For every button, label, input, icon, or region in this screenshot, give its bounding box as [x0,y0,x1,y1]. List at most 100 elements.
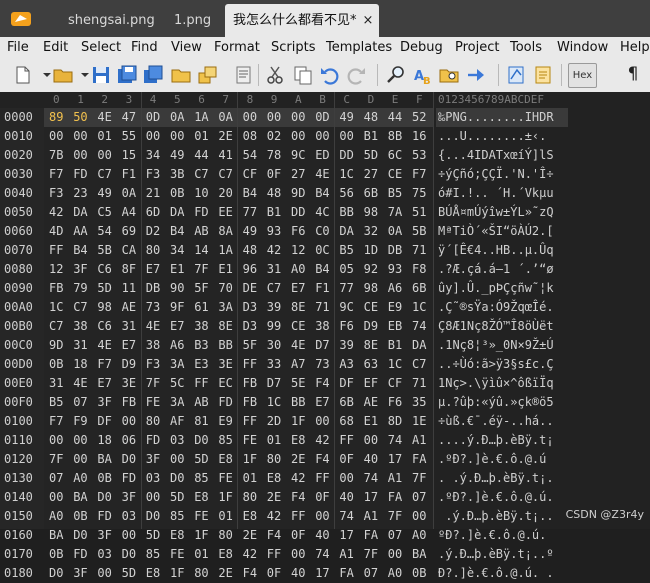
hex-byte[interactable]: 1F [243,450,257,469]
hex-byte[interactable]: E1 [170,260,184,279]
hex-byte[interactable]: DE [243,279,257,298]
hex-byte[interactable]: FD [194,203,208,222]
hex-byte[interactable]: 07 [412,488,426,507]
hex-byte[interactable]: BA [412,545,426,564]
hex-byte[interactable]: E9 [388,298,402,317]
menu-find[interactable]: Find [131,39,158,56]
find-replace-icon[interactable]: AB [412,64,434,86]
hex-byte[interactable]: 27 [291,165,305,184]
hex-byte[interactable]: 40 [339,488,353,507]
hex-byte[interactable]: FF [243,355,257,374]
hex-byte[interactable]: 47 [122,108,136,127]
hex-byte[interactable]: 6B [364,184,378,203]
hex-byte[interactable]: FF [291,507,305,526]
hex-byte[interactable]: A7 [291,355,305,374]
hex-byte[interactable]: 00 [73,450,87,469]
hex-byte[interactable]: E7 [315,393,329,412]
hex-byte[interactable]: 01 [267,431,281,450]
hex-byte[interactable]: 15 [122,146,136,165]
hex-byte[interactable]: 1F [170,564,184,583]
hex-byte[interactable]: E8 [194,488,208,507]
hex-byte[interactable]: 27 [364,165,378,184]
hex-byte[interactable]: 8E [291,298,305,317]
hex-byte[interactable]: 55 [122,127,136,146]
hex-byte[interactable]: 48 [267,184,281,203]
hex-byte[interactable]: 3F [73,564,87,583]
hex-byte[interactable]: A0 [388,564,402,583]
hex-byte[interactable]: 7F [49,450,63,469]
hex-byte[interactable]: B5 [339,241,353,260]
hex-byte[interactable]: FA [412,450,426,469]
hex-byte[interactable]: 07 [73,393,87,412]
hex-byte[interactable]: BA [73,488,87,507]
hex-byte[interactable]: F1 [122,165,136,184]
hex-byte[interactable]: 0D [146,108,160,127]
row-ascii[interactable]: .ý.Ð…þ.èBÿ.t¡.. [438,507,553,526]
hex-byte[interactable]: 89 [49,108,63,127]
hex-byte[interactable]: 01 [194,545,208,564]
hex-byte[interactable]: D7 [267,374,281,393]
hex-byte[interactable]: 4C [315,203,329,222]
menu-templates[interactable]: Templates [326,39,392,56]
hex-byte[interactable]: 54 [97,222,111,241]
row-ascii[interactable]: {...4IDATxœíÝ]lS [438,146,554,165]
hex-byte[interactable]: FF [267,545,281,564]
hex-byte[interactable]: 71 [315,298,329,317]
hex-byte[interactable]: 42 [49,203,63,222]
hex-byte[interactable]: AA [73,222,87,241]
hex-byte[interactable]: 35 [412,393,426,412]
hex-byte[interactable]: E1 [364,412,378,431]
hex-byte[interactable]: FE [170,545,184,564]
hex-byte[interactable]: B3 [194,336,208,355]
hex-byte[interactable]: 9C [339,298,353,317]
hex-byte[interactable]: 49 [243,222,257,241]
hex-byte[interactable]: F4 [291,488,305,507]
hex-byte[interactable]: DA [73,203,87,222]
row-ascii[interactable]: .ºÐ?.]è.€.ô.@.ú [438,450,546,469]
hex-byte[interactable]: 0B [73,507,87,526]
hex-byte[interactable]: 0B [97,469,111,488]
hex-byte[interactable]: 2E [218,564,232,583]
find-icon[interactable] [385,64,407,86]
hex-byte[interactable]: F9 [73,412,87,431]
hex-byte[interactable]: 00 [170,450,184,469]
hex-byte[interactable]: D0 [97,488,111,507]
hex-byte[interactable]: B5 [388,184,402,203]
save-as-icon[interactable] [116,64,138,86]
hex-byte[interactable]: 00 [291,108,305,127]
hex-byte[interactable]: E7 [291,279,305,298]
new-dropdown-icon[interactable] [36,64,51,86]
hex-byte[interactable]: 5D [170,488,184,507]
hex-byte[interactable]: C7 [97,165,111,184]
hex-byte[interactable]: 3F [122,488,136,507]
hex-byte[interactable]: 0D [315,108,329,127]
hex-byte[interactable]: 5F [243,336,257,355]
undo-icon[interactable] [319,64,341,86]
hex-byte[interactable]: 9D [291,184,305,203]
hex-byte[interactable]: E8 [146,564,160,583]
hex-byte[interactable]: F3 [146,355,160,374]
row-ascii[interactable]: ..÷Ùó:ã>ÿ3§s£c.Ç [438,355,554,374]
hex-byte[interactable]: 6B [339,393,353,412]
hex-byte[interactable]: F4 [243,564,257,583]
hex-byte[interactable]: 0A [218,108,232,127]
hex-byte[interactable]: FD [218,393,232,412]
hex-byte[interactable]: 81 [194,412,208,431]
hex-byte[interactable]: 0B [170,184,184,203]
hex-byte[interactable]: 40 [364,450,378,469]
hex-byte[interactable]: A0 [49,507,63,526]
hex-byte[interactable]: FF [194,374,208,393]
hex-byte[interactable]: D0 [49,564,63,583]
hex-byte[interactable]: 33 [267,355,281,374]
hex-byte[interactable]: D0 [194,431,208,450]
hex-byte[interactable]: 85 [170,507,184,526]
row-ascii[interactable]: µ.?ûþ:«ýû.»çk®ö5 [438,393,554,412]
copy-icon[interactable] [292,64,314,86]
hex-byte[interactable]: CA [122,241,136,260]
hex-byte[interactable]: A0 [291,260,305,279]
hex-byte[interactable]: 03 [146,469,160,488]
hex-byte[interactable]: B4 [315,260,329,279]
hex-byte[interactable]: 93 [388,260,402,279]
hex-byte[interactable]: 01 [97,127,111,146]
hex-byte[interactable]: 00 [315,127,329,146]
